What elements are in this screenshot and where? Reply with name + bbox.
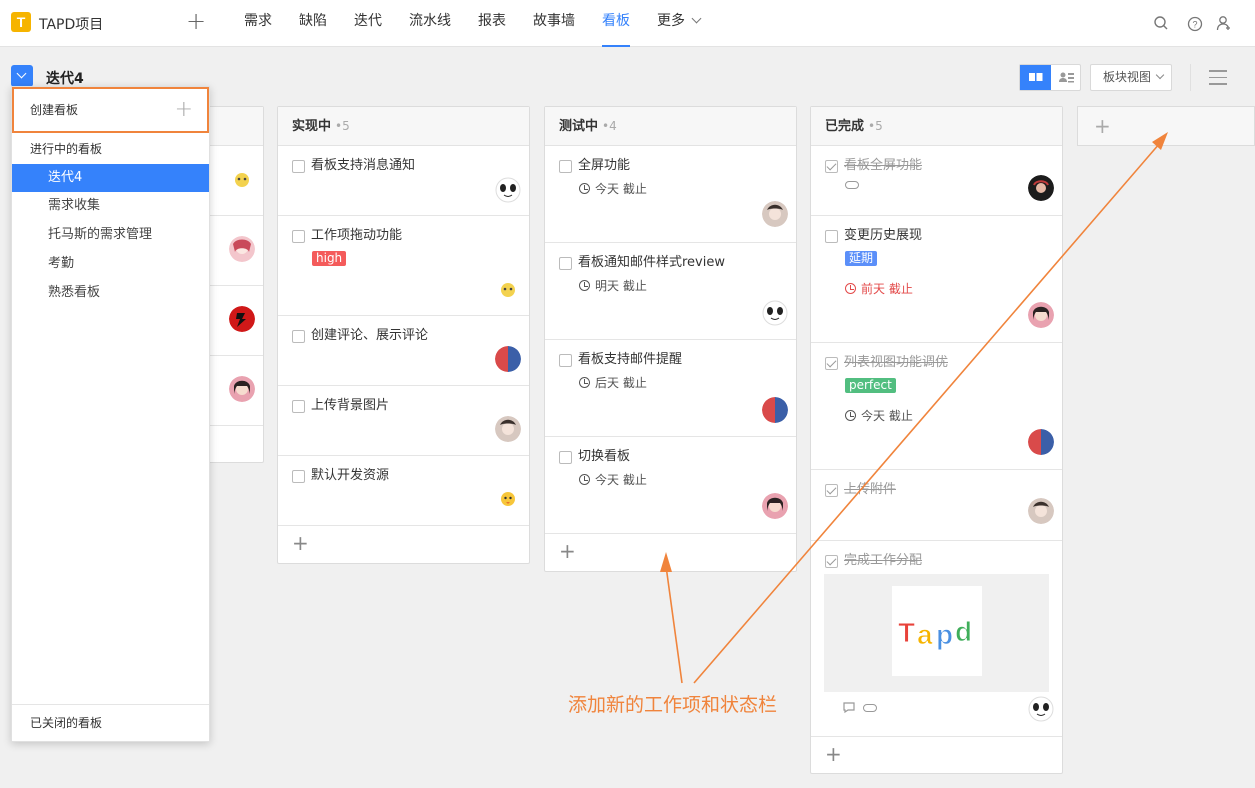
annotation-text: 添加新的工作项和状态栏: [568, 694, 778, 716]
annotation-arrows: [660, 132, 1168, 684]
